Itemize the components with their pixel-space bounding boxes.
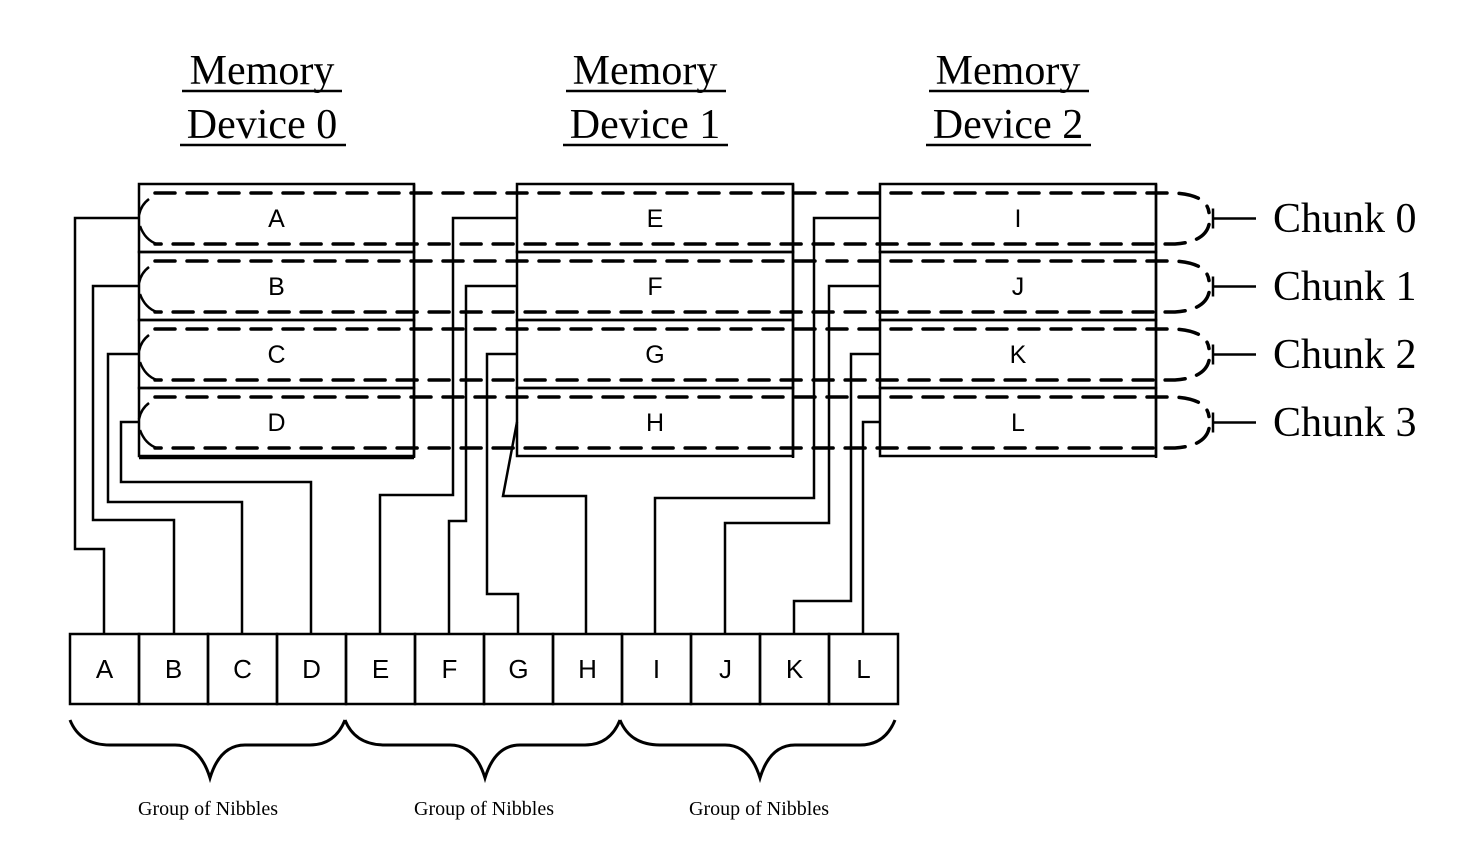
- group-label-1: Group of Nibbles: [414, 798, 554, 820]
- device-cell-label: K: [1010, 341, 1027, 369]
- device-cell-label: H: [646, 409, 664, 437]
- chunk-label-connector: [1211, 344, 1256, 365]
- device-cell-label: G: [645, 341, 664, 369]
- wire-L: [861, 420, 880, 634]
- nibble-cell-label: E: [372, 654, 389, 684]
- chunk-label-1: Chunk 1: [1273, 264, 1417, 310]
- chunk-labels: Chunk 0 Chunk 1 Chunk 2 Chunk 3: [1273, 196, 1417, 446]
- device-header-0-line2: Device 0: [187, 102, 337, 148]
- device-header-2-line1: Memory: [936, 48, 1081, 94]
- nibble-cell: G: [482, 632, 555, 706]
- nibble-cell: I: [620, 632, 693, 706]
- device-cell: D: [137, 386, 416, 458]
- wire-I: [653, 216, 880, 634]
- nibble-cell: E: [344, 632, 417, 706]
- device-header-2: Memory Device 2: [926, 48, 1091, 148]
- device-header-1-line2: Device 1: [570, 102, 720, 148]
- chunk-label-2: Chunk 2: [1273, 332, 1417, 378]
- device-header-0: Memory Device 0: [180, 48, 346, 148]
- memory-device-0: A B C D: [137, 182, 416, 458]
- device-header-1: Memory Device 1: [563, 48, 728, 148]
- nibble-cell: H: [551, 632, 624, 706]
- nibble-cell-label: J: [719, 654, 732, 684]
- device-header-2-line2: Device 2: [933, 102, 1083, 148]
- nibble-cell-label: A: [96, 654, 114, 684]
- nibble-cell-label: C: [233, 654, 252, 684]
- wire-H: [501, 421, 588, 634]
- group-brace-0: [68, 719, 347, 784]
- memory-chunk-diagram: Memory Device 0 Memory Device 1 Memory D…: [68, 48, 1417, 820]
- nibble-cell: B: [137, 632, 210, 706]
- device-cell: A: [137, 182, 416, 254]
- nibble-cell: L: [827, 632, 900, 706]
- nibble-cell: F: [413, 632, 486, 706]
- nibble-cell-label: H: [578, 654, 597, 684]
- chunk-outline-0: [153, 191, 1211, 246]
- chunk-label-connector: [1211, 208, 1256, 229]
- group-braces: Group of Nibbles Group of Nibbles Group …: [68, 719, 897, 820]
- group-brace-2: [618, 719, 897, 784]
- nibble-cell-label: L: [856, 654, 870, 684]
- nibble-cell: K: [758, 632, 831, 706]
- memory-device-1: E F G H: [515, 182, 795, 458]
- chunk-label-3: Chunk 3: [1273, 400, 1417, 446]
- nibble-cell-label: D: [302, 654, 321, 684]
- chunk-outline-cap: [137, 402, 158, 450]
- wire-J: [723, 284, 880, 634]
- chunk-outline-2: [153, 327, 1211, 382]
- device-cell: C: [137, 318, 416, 390]
- nibble-cell: C: [206, 632, 279, 706]
- device-cell-label: E: [647, 205, 664, 233]
- nibble-cell-label: F: [442, 654, 458, 684]
- chunk-label-connector: [1211, 276, 1256, 297]
- chunk-outline-1: [153, 259, 1211, 314]
- device-cell-label: D: [267, 409, 285, 437]
- device-cell-label: F: [647, 273, 662, 301]
- chunk-outline-cap: [137, 334, 158, 382]
- chunk-label-connector: [1211, 412, 1256, 433]
- device-cell-label: L: [1011, 409, 1025, 437]
- chunk-outline-cap: [137, 266, 158, 314]
- device-cell-label: C: [267, 341, 285, 369]
- nibble-cell-label: G: [508, 654, 528, 684]
- wire-F: [447, 284, 517, 634]
- wire-D: [119, 420, 313, 634]
- group-label-2: Group of Nibbles: [689, 798, 829, 820]
- group-brace-1: [343, 719, 622, 784]
- group-label-0: Group of Nibbles: [138, 798, 278, 820]
- nibble-cell-label: B: [165, 654, 182, 684]
- device-layer: A B C D E F G H I J K L: [137, 182, 1158, 458]
- device-cell-label: I: [1015, 205, 1022, 233]
- chunk-outline-cap: [137, 198, 158, 246]
- nibble-cell-label: K: [786, 654, 804, 684]
- nibble-row: A B C D E F G H I J K L: [68, 632, 900, 706]
- nibble-cell-label: I: [653, 654, 660, 684]
- device-header-1-line1: Memory: [573, 48, 718, 94]
- device-cell: B: [137, 250, 416, 322]
- device-cell-label: J: [1012, 273, 1025, 301]
- device-header-0-line1: Memory: [190, 48, 335, 94]
- nibble-cell: J: [689, 632, 762, 706]
- nibble-cell: A: [68, 632, 141, 706]
- chunk-label-0: Chunk 0: [1273, 196, 1417, 242]
- device-cell-label: B: [268, 273, 285, 301]
- nibble-cell: D: [275, 632, 348, 706]
- memory-device-2: I J K L: [878, 182, 1158, 458]
- chunk-outline-3: [153, 395, 1211, 450]
- device-cell-label: A: [268, 205, 285, 233]
